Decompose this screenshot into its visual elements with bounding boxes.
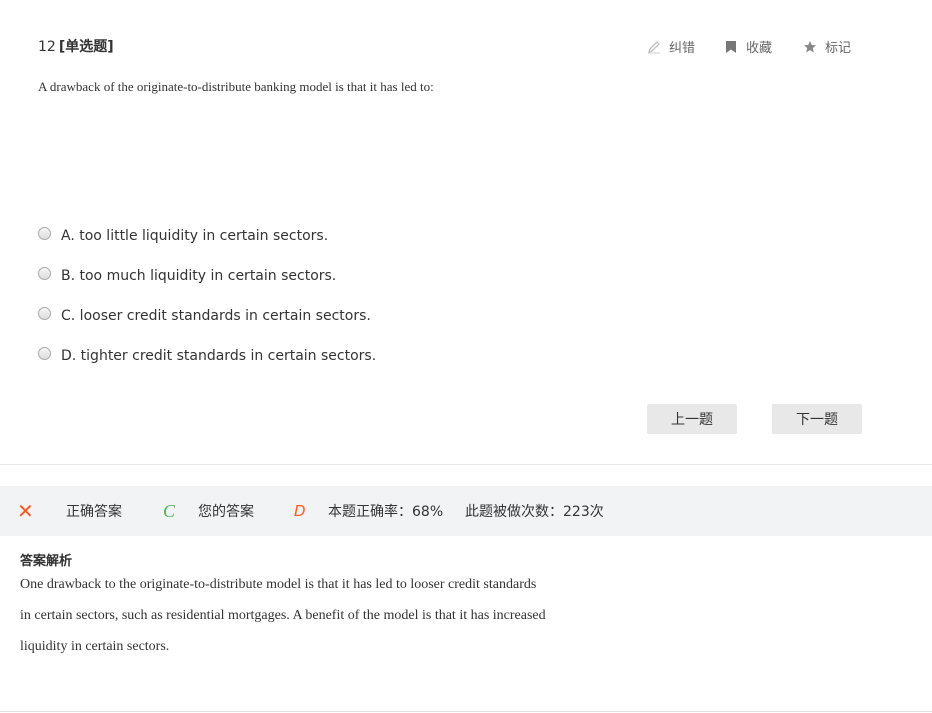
option-d-label: D. tighter credit standards in certain s…	[61, 348, 377, 364]
option-d-radio[interactable]	[38, 346, 51, 360]
next-question-button[interactable]: 下一题	[772, 404, 862, 434]
favorite-button[interactable]: 收藏	[723, 37, 772, 56]
correct-answer-mark-icon: ✕	[17, 499, 34, 523]
option-c-radio[interactable]	[38, 306, 51, 320]
question-header: 12 [单选题]	[38, 36, 114, 56]
option-b-label: B. too much liquidity in certain sectors…	[61, 268, 337, 284]
question-text: A drawback of the originate-to-distribut…	[38, 79, 434, 94]
explanation-line: One drawback to the originate-to-distrib…	[20, 577, 537, 592]
answer-bar: ✕ 正确答案 C 您的答案 D 本题正确率：68% 此题被做次数：223次	[0, 486, 932, 536]
correct-answer-label: 正确答案	[66, 504, 122, 520]
question-toolbar: 纠错 收藏 标记	[646, 37, 851, 56]
favorite-label: 收藏	[746, 41, 773, 56]
explanation-title: 答案解析	[20, 554, 73, 569]
section-divider	[0, 464, 932, 465]
option-c-label: C. looser credit standards in certain se…	[61, 308, 371, 324]
option-b[interactable]: B. too much liquidity in certain sectors…	[38, 266, 337, 284]
your-answer-label: 您的答案	[198, 504, 254, 520]
bookmark-icon	[723, 39, 739, 55]
prev-question-button[interactable]: 上一题	[647, 404, 737, 434]
your-answer-letter: C	[163, 500, 176, 521]
option-a[interactable]: A. too little liquidity in certain secto…	[38, 226, 329, 244]
answer-letter-d: D	[294, 502, 306, 520]
bottom-divider	[0, 711, 932, 712]
pencil-icon	[646, 39, 662, 55]
option-a-radio[interactable]	[38, 226, 51, 240]
attempt-count: 此题被做次数：223次	[465, 504, 604, 520]
option-a-label: A. too little liquidity in certain secto…	[61, 228, 329, 244]
option-c[interactable]: C. looser credit standards in certain se…	[38, 306, 371, 324]
accuracy-rate: 本题正确率：68%	[328, 504, 444, 520]
explanation-line: in certain sectors, such as residential …	[20, 608, 546, 623]
star-icon	[802, 39, 818, 55]
question-number: 12	[38, 39, 56, 55]
fix-error-button[interactable]: 纠错	[646, 37, 695, 56]
explanation-line: liquidity in certain sectors.	[20, 639, 170, 654]
mark-button[interactable]: 标记	[802, 37, 851, 56]
option-b-radio[interactable]	[38, 266, 51, 280]
mark-label: 标记	[825, 41, 852, 56]
fix-error-label: 纠错	[669, 41, 696, 56]
question-type: [单选题]	[58, 39, 114, 55]
option-d[interactable]: D. tighter credit standards in certain s…	[38, 346, 377, 364]
